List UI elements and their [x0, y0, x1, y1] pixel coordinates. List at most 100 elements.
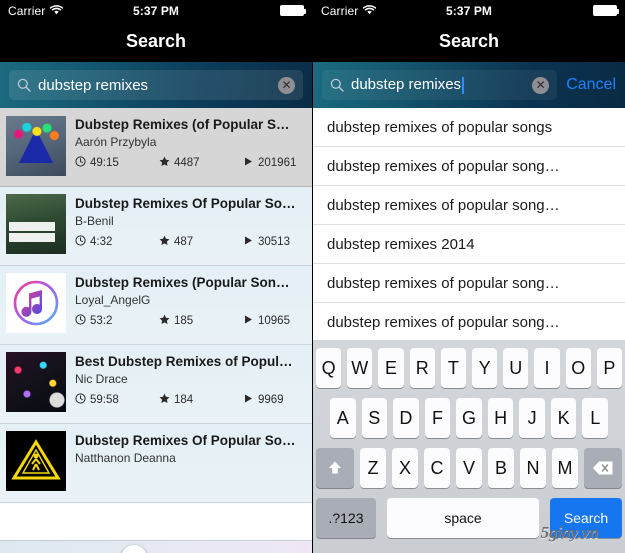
result-title: Best Dubstep Remixes of Popul… — [75, 354, 293, 369]
table-row[interactable]: Dubstep Remixes (of Popular S… Aarón Prz… — [0, 108, 312, 187]
list-item[interactable]: dubstep remixes of popular song… — [313, 147, 625, 186]
key-r[interactable]: R — [409, 348, 435, 388]
duration-value: 49:15 — [90, 157, 119, 169]
plays-value: 30513 — [258, 236, 290, 248]
key-x[interactable]: X — [392, 448, 418, 488]
key-e[interactable]: E — [378, 348, 404, 388]
status-bar-right — [280, 5, 306, 16]
key-u[interactable]: U — [503, 348, 529, 388]
remaining-time: 49:… — [274, 550, 307, 553]
list-item[interactable]: dubstep remixes of popular song… — [313, 186, 625, 225]
key-s[interactable]: S — [361, 398, 388, 438]
key-o[interactable]: O — [565, 348, 591, 388]
search-input[interactable]: dubstep remixes ✕ — [9, 70, 303, 100]
table-row[interactable]: Dubstep Remixes Of Popular So… Natthanon… — [0, 424, 312, 503]
favorites-stat: 4487 — [159, 156, 243, 170]
clock-icon — [75, 393, 86, 407]
result-artist: Natthanon Deanna — [75, 451, 176, 465]
key-g[interactable]: G — [456, 398, 482, 438]
slider-knob[interactable] — [120, 544, 147, 553]
duration-value: 59:58 — [90, 394, 119, 406]
plays-stat: 10965 — [243, 314, 290, 328]
result-stats: 53:2 185 10965 — [75, 314, 304, 328]
star-icon — [159, 156, 170, 170]
search-bar: dubstep remixes ✕ Cancel — [313, 62, 625, 108]
album-artwork — [6, 273, 66, 333]
left-phone-screen: Carrier 5:37 PM Search dubstep remixes ✕… — [0, 0, 312, 553]
on-screen-keyboard[interactable]: Q W E R T Y U I O P A S D F G H J K L Z … — [313, 340, 625, 553]
result-title: Dubstep Remixes (of Popular S… — [75, 117, 290, 132]
search-input[interactable]: dubstep remixes ✕ — [322, 70, 558, 100]
status-bar-right — [593, 5, 619, 16]
duration-stat: 59:58 — [75, 393, 159, 407]
result-title: Dubstep Remixes Of Popular So… — [75, 433, 296, 448]
key-f[interactable]: F — [424, 398, 451, 438]
list-item[interactable]: dubstep remixes of popular song… — [313, 303, 625, 342]
status-bar: Carrier 5:37 PM — [0, 0, 312, 21]
clock-icon — [75, 156, 86, 170]
key-m[interactable]: M — [552, 448, 578, 488]
star-icon — [159, 314, 170, 328]
key-t[interactable]: T — [440, 348, 466, 388]
backspace-icon[interactable] — [584, 448, 622, 488]
search-key[interactable]: Search — [550, 498, 622, 538]
duration-stat: 53:2 — [75, 314, 159, 328]
keyboard-row-4: .?123 space Search — [316, 498, 622, 538]
key-j[interactable]: J — [519, 398, 545, 438]
album-artwork — [6, 352, 66, 412]
nav-bar: Search — [0, 21, 312, 62]
key-b[interactable]: B — [488, 448, 514, 488]
dual-screenshot-container: Carrier 5:37 PM Search dubstep remixes ✕… — [0, 0, 625, 553]
table-row[interactable]: Dubstep Remixes Of Popular So… B-Benil 4… — [0, 187, 312, 266]
plays-value: 10965 — [258, 315, 290, 327]
favorites-value: 4487 — [174, 157, 200, 169]
nav-bar: Search — [313, 21, 625, 62]
list-item[interactable]: dubstep remixes of popular song… — [313, 264, 625, 303]
table-row[interactable]: Best Dubstep Remixes of Popul… Nic Drace… — [0, 345, 312, 424]
mini-player-progress[interactable]: 17:… 49:… — [0, 540, 312, 553]
result-artist: B-Benil — [75, 214, 114, 228]
key-c[interactable]: C — [424, 448, 450, 488]
key-w[interactable]: W — [347, 348, 373, 388]
numbers-key[interactable]: .?123 — [316, 498, 376, 538]
list-item[interactable]: dubstep remixes of popular songs — [313, 108, 625, 147]
search-text: dubstep remixes — [351, 76, 462, 94]
result-artist: Loyal_AngelG — [75, 293, 151, 307]
album-artwork — [6, 431, 66, 491]
key-q[interactable]: Q — [315, 348, 342, 388]
plays-stat: 201961 — [243, 156, 296, 170]
key-l[interactable]: L — [582, 398, 609, 438]
favorites-stat: 487 — [159, 235, 243, 249]
key-i[interactable]: I — [534, 348, 560, 388]
star-icon — [159, 393, 170, 407]
key-z[interactable]: Z — [360, 448, 386, 488]
progress-slider[interactable] — [44, 544, 267, 553]
key-h[interactable]: H — [487, 398, 514, 438]
search-results-list[interactable]: Dubstep Remixes (of Popular S… Aarón Prz… — [0, 108, 312, 553]
key-p[interactable]: P — [596, 348, 623, 388]
cancel-button[interactable]: Cancel — [557, 76, 616, 94]
space-key[interactable]: space — [387, 498, 539, 538]
table-row[interactable]: Dubstep Remixes (Popular Son… Loyal_Ange… — [0, 266, 312, 345]
key-k[interactable]: K — [550, 398, 577, 438]
clear-icon[interactable]: ✕ — [532, 76, 550, 94]
shift-up-icon[interactable] — [316, 448, 354, 488]
key-n[interactable]: N — [520, 448, 546, 488]
search-input-value: dubstep remixes — [38, 76, 149, 94]
favorites-value: 184 — [174, 394, 194, 406]
result-meta: Dubstep Remixes Of Popular So… B-Benil 4… — [66, 194, 304, 265]
plays-value: 9969 — [258, 394, 284, 406]
favorites-stat: 185 — [159, 314, 243, 328]
key-y[interactable]: Y — [472, 348, 498, 388]
list-item[interactable]: dubstep remixes 2014 — [313, 225, 625, 264]
result-stats: 49:15 4487 201961 — [75, 156, 304, 170]
favorites-value: 185 — [174, 315, 194, 327]
result-title: Dubstep Remixes (Popular Son… — [75, 275, 290, 290]
status-bar: Carrier 5:37 PM — [313, 0, 625, 21]
key-a[interactable]: A — [329, 398, 356, 438]
clock-icon — [75, 235, 86, 249]
clear-icon[interactable]: ✕ — [278, 76, 295, 94]
key-v[interactable]: V — [456, 448, 482, 488]
search-suggestions-list[interactable]: dubstep remixes of popular songs dubstep… — [313, 108, 625, 342]
key-d[interactable]: D — [393, 398, 419, 438]
